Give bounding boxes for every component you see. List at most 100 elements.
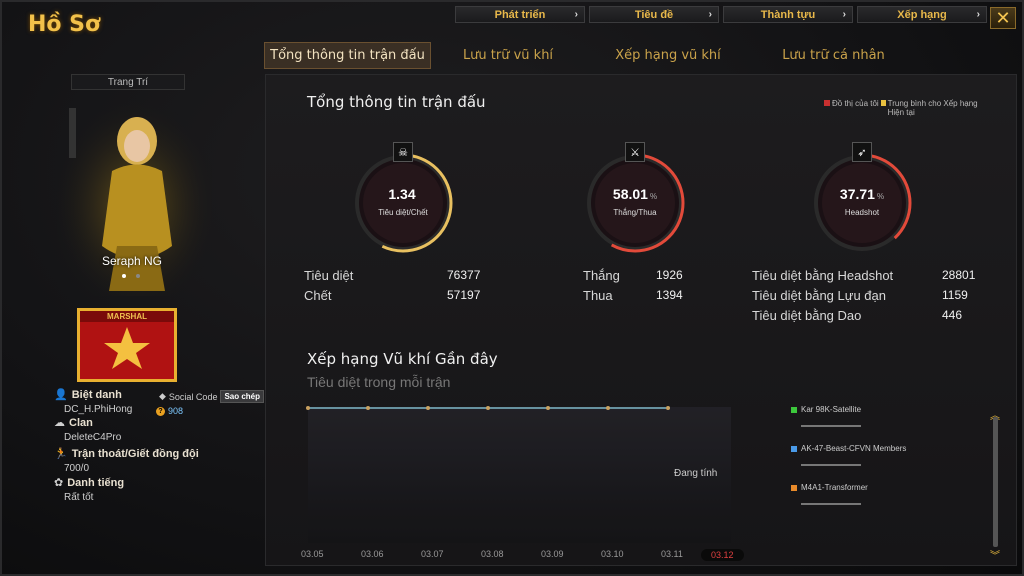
reputation-block: ✿ Danh tiếng Rất tốt	[54, 476, 125, 504]
deaths-value: 57197	[447, 288, 481, 302]
weapon-name: Kar 98K-Satellite	[801, 405, 862, 414]
deaths-label: Chết	[304, 288, 332, 303]
summary-panel: Tổng thông tin trận đấu Đồ thị của tôi T…	[265, 74, 1017, 566]
chart-point	[666, 406, 670, 410]
nav-development-button[interactable]: Phát triển ›	[455, 6, 585, 23]
weapon-item[interactable]: Kar 98K-Satellite	[791, 405, 906, 444]
weapon-name: AK-47-Beast-CFVN Members	[801, 444, 907, 453]
scroll-down-icon[interactable]: ︾	[988, 547, 1002, 562]
gauge-label: Thắng/Thua	[613, 208, 657, 217]
tab-weapon-archive[interactable]: Lưu trữ vũ khí	[431, 42, 585, 69]
weapon-item[interactable]: AK-47-Beast-CFVN Members	[791, 444, 906, 483]
copy-button[interactable]: Sao chép	[220, 390, 264, 403]
tab-personal-archive[interactable]: Lưu trữ cá nhân	[751, 42, 916, 69]
rifle-icon	[801, 458, 861, 466]
gauge-value: 37.71%	[809, 186, 915, 202]
nickname-label: Biệt danh	[71, 388, 122, 401]
legend-swatch	[824, 100, 830, 106]
scroll-track[interactable]	[993, 417, 998, 547]
headshot-gauge: ➶ 37.71% Headshot	[809, 142, 915, 256]
x-tick: 03.10	[601, 549, 624, 559]
coin-icon: ?	[156, 406, 165, 416]
sniper-icon: ➶	[852, 142, 872, 162]
nav-ranking-button[interactable]: Xếp hạng ›	[857, 6, 987, 23]
carousel-dot[interactable]	[136, 274, 140, 278]
clan-label: Clan	[69, 416, 93, 429]
legend-label: Trung bình cho Xếp hạng Hiện tại	[887, 99, 978, 117]
chevron-right-icon: ›	[976, 9, 980, 20]
nav-label: Thành tựu	[760, 8, 816, 21]
chevron-right-icon: ›	[842, 9, 846, 20]
carousel-dots[interactable]	[122, 274, 140, 278]
top-nav: Phát triển › Tiêu đề › Thành tựu › Xếp hạng…	[455, 6, 987, 23]
losses-label: Thua	[583, 288, 613, 303]
headshot-kills-label: Tiêu diệt bằng Headshot	[752, 268, 894, 283]
tab-match-summary[interactable]: Tổng thông tin trận đấu	[264, 42, 431, 69]
weapon-swatch	[791, 445, 797, 452]
rank-badge: MARSHAL	[77, 308, 177, 382]
weapon-list-scrollbar[interactable]: ︽ ︾	[988, 407, 1002, 562]
skull-icon: ☠	[393, 142, 413, 162]
nickname-value: DC_H.PhiHong	[64, 404, 133, 415]
nav-label: Xếp hạng	[897, 8, 947, 21]
gauge-unit: %	[649, 192, 658, 201]
reputation-icon: ✿	[54, 477, 64, 489]
tab-bar: Tổng thông tin trận đấu Lưu trữ vũ khí X…	[264, 42, 916, 69]
gauge-value: 1.34	[350, 186, 456, 202]
weapon-chart-area	[308, 407, 731, 543]
x-tick-current[interactable]: 03.12	[701, 549, 744, 561]
chart-legend: Đồ thị của tôi Trung bình cho Xếp hạng H…	[824, 99, 1004, 117]
rifle-icon	[801, 419, 861, 427]
coin-display: ? 908	[156, 406, 183, 416]
running-icon: 🏃	[54, 448, 68, 460]
coin-value: 908	[168, 406, 184, 416]
clan-icon: ☁	[54, 417, 65, 429]
gauge-ring	[812, 153, 912, 253]
weapon-swatch	[791, 484, 797, 491]
chart-point	[606, 406, 610, 410]
chart-point	[486, 406, 490, 410]
summary-title: Tổng thông tin trận đấu	[307, 93, 486, 111]
legend-label: Đồ thị của tôi	[832, 99, 879, 108]
reputation-label: Danh tiếng	[67, 476, 125, 489]
x-tick: 03.08	[481, 549, 504, 559]
kills-label: Tiêu diệt	[304, 268, 354, 283]
carousel-dot[interactable]	[122, 274, 126, 278]
chart-point	[546, 406, 550, 410]
nav-label: Phát triển	[494, 8, 546, 21]
chart-point	[306, 406, 310, 410]
window-title: Hồ Sơ	[28, 12, 101, 37]
chevron-right-icon: ›	[708, 9, 712, 20]
chart-point	[366, 406, 370, 410]
x-tick: 03.11	[661, 549, 683, 559]
nav-title-button[interactable]: Tiêu đề ›	[589, 6, 719, 23]
knife-kills-value: 446	[942, 308, 963, 322]
gauge-number: 58.01	[612, 186, 648, 202]
gauge-value: 58.01%	[582, 186, 688, 202]
wins-value: 1926	[656, 268, 683, 282]
weapon-chart-line	[306, 406, 670, 410]
clan-block: ☁ Clan DeleteC4Pro	[54, 416, 121, 444]
win-rate-gauge: ⚔ 58.01% Thắng/Thua	[582, 142, 688, 256]
decor-button[interactable]: Trang Trí	[71, 74, 185, 90]
star-icon	[104, 327, 150, 369]
social-code: ◆ Social Code Sao chép	[159, 390, 264, 403]
tab-weapon-ranking[interactable]: Xếp hạng vũ khí	[585, 42, 751, 69]
weapon-item[interactable]: M4A1-Transformer	[791, 483, 906, 522]
nav-achievement-button[interactable]: Thành tựu ›	[723, 6, 853, 23]
close-button[interactable]: ✕	[990, 7, 1016, 29]
weapon-rank-subtitle: Tiêu diệt trong mỗi trận	[307, 374, 451, 390]
gauge-number: 37.71	[839, 186, 875, 202]
nickname-block: 👤 Biệt danh DC_H.PhiHong	[54, 388, 133, 416]
knife-kills-label: Tiêu diệt bằng Dao	[752, 308, 862, 323]
gauge-ring	[585, 153, 685, 253]
social-code-label: Social Code	[168, 391, 218, 402]
x-tick: 03.07	[421, 549, 444, 559]
gauge-unit: %	[876, 192, 885, 201]
weapon-list: Kar 98K-Satellite AK-47-Beast-CFVN Membe…	[791, 405, 906, 522]
weapon-name: M4A1-Transformer	[801, 483, 868, 492]
crossed-swords-icon: ⚔	[625, 142, 645, 162]
chart-status: Đang tính	[674, 468, 718, 479]
chevron-right-icon: ›	[574, 9, 578, 20]
person-icon: 👤	[54, 389, 68, 401]
